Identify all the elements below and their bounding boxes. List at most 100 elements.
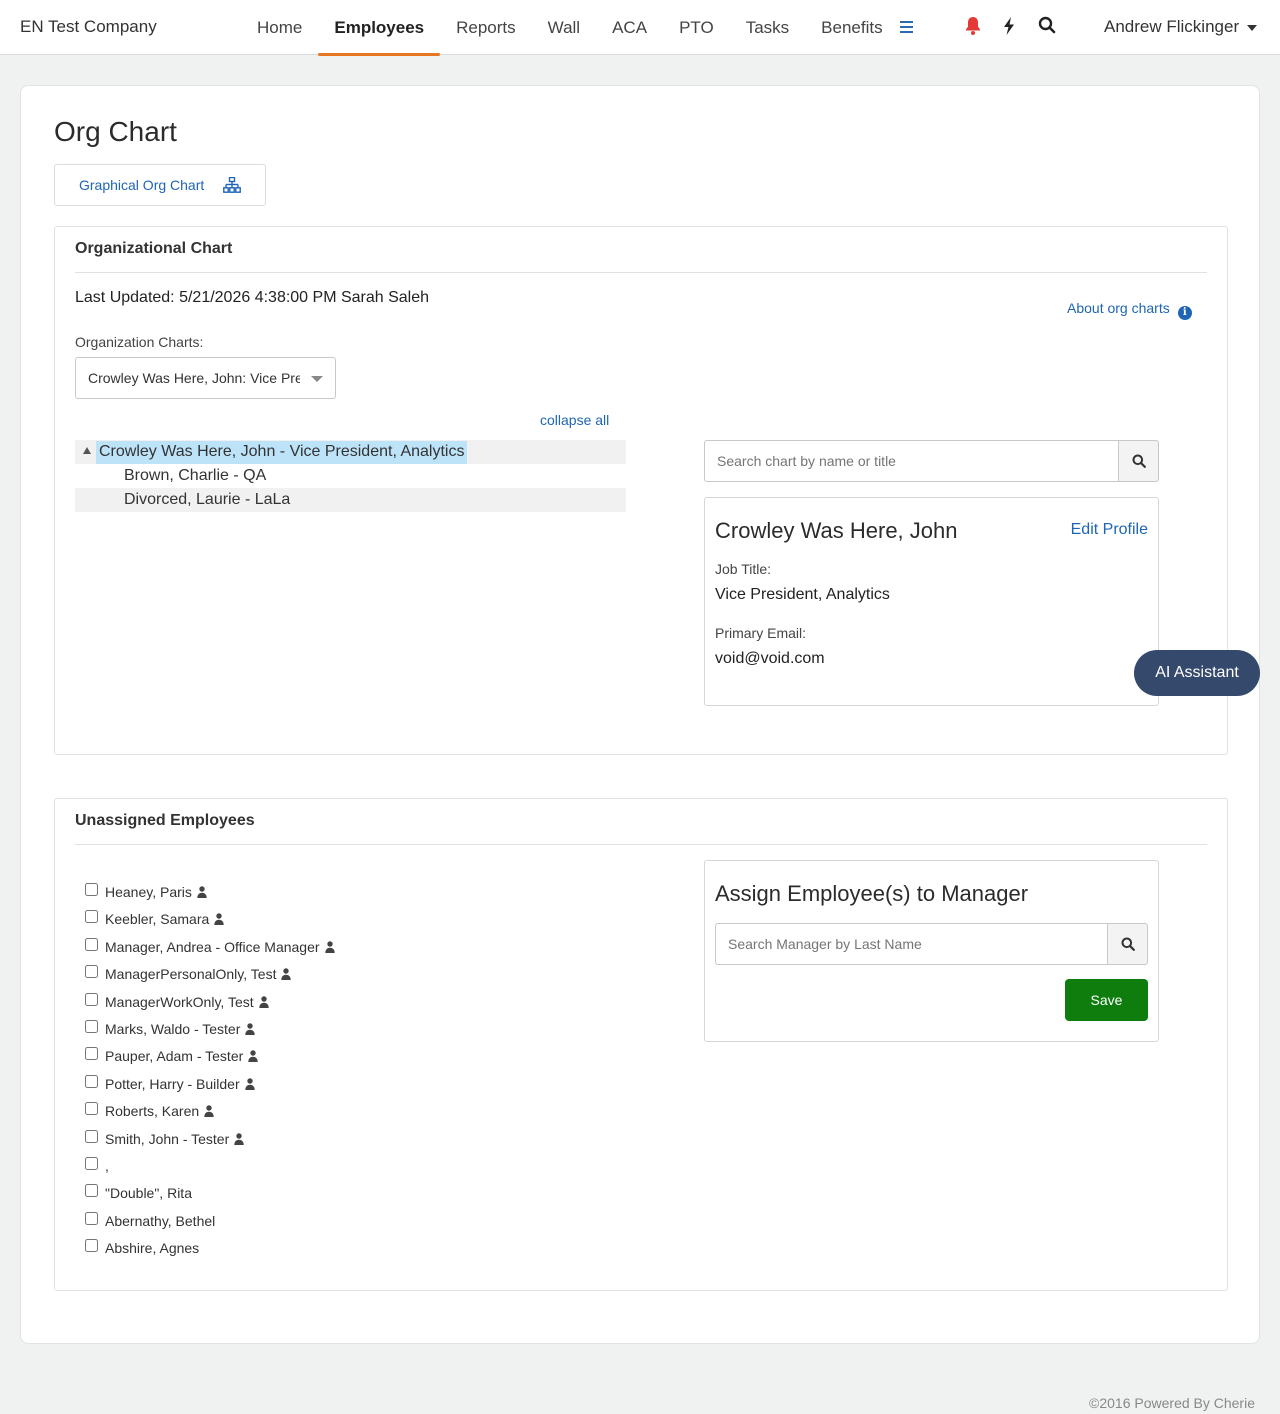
company-name[interactable]: EN Test Company [20, 17, 157, 37]
employee-checkbox[interactable] [85, 1156, 98, 1170]
about-org-charts-link[interactable]: About org charts i [1067, 300, 1192, 320]
tree-node-label[interactable]: Brown, Charlie - QA [121, 465, 269, 488]
tree-node-root: Crowley Was Here, John - Vice President,… [75, 440, 626, 464]
graphical-org-chart-label: Graphical Org Chart [79, 177, 205, 193]
employee-name[interactable]: Abernathy, Bethel [105, 1213, 215, 1229]
page-title: Org Chart [54, 116, 177, 147]
employee-name[interactable]: Pauper, Adam - Tester [105, 1048, 258, 1064]
employee-name-text: , [105, 1157, 109, 1174]
edit-profile-link[interactable]: Edit Profile [1071, 521, 1148, 539]
job-title-label: Job Title: [715, 561, 772, 577]
manager-search-button[interactable] [1107, 923, 1148, 965]
employee-name-text: Roberts, Karen [105, 1103, 200, 1120]
employee-checkbox[interactable] [85, 1129, 98, 1143]
employee-name[interactable]: Keebler, Samara [105, 911, 224, 927]
lightning-icon[interactable] [1002, 16, 1022, 38]
job-title-value: Vice President, Analytics [715, 586, 890, 603]
employee-checkbox[interactable] [85, 883, 98, 896]
person-icon [324, 941, 335, 953]
profile-name: Crowley Was Here, John [715, 518, 958, 543]
nav-tasks[interactable]: Tasks [730, 0, 805, 55]
employee-checkbox[interactable] [85, 910, 98, 924]
employee-name-text: Keebler, Samara [105, 911, 210, 928]
manager-search-input[interactable] [715, 923, 1108, 965]
sitemap-icon [223, 177, 241, 193]
unassigned-panel-header: Unassigned Employees [75, 799, 1207, 845]
employee-profile-card: Crowley Was Here, John Edit Profile Job … [704, 497, 1159, 706]
search-icon[interactable] [1038, 16, 1058, 38]
tree-node-label[interactable]: Divorced, Laurie - LaLa [121, 489, 293, 512]
user-menu[interactable]: Andrew Flickinger [1104, 17, 1258, 37]
employee-name[interactable]: Smith, John - Tester [105, 1131, 244, 1147]
primary-email-value: void@void.com [715, 650, 825, 667]
chart-search-button[interactable] [1118, 440, 1159, 482]
employee-name[interactable]: Roberts, Karen [105, 1103, 214, 1119]
search-icon [1121, 937, 1135, 951]
person-icon [197, 886, 207, 898]
employee-checkbox[interactable] [85, 937, 98, 951]
employee-checkbox[interactable] [85, 1074, 98, 1088]
top-navigation-bar: EN Test Company Home Employees Reports W… [0, 0, 1280, 56]
unassigned-employees-panel: Unassigned Employees Heaney, Paris Keeble… [54, 798, 1228, 1291]
employee-name[interactable]: Heaney, Paris [105, 884, 207, 900]
employee-checkbox[interactable] [85, 1047, 98, 1061]
tree-node-child: Divorced, Laurie - LaLa [75, 488, 626, 512]
employee-name[interactable]: Marks, Waldo - Tester [105, 1020, 256, 1037]
bell-icon[interactable] [964, 16, 984, 38]
employee-checkbox[interactable] [85, 965, 98, 979]
employee-name[interactable]: , [105, 1158, 109, 1174]
footer-text: ©2016 Powered By Cherie [1089, 1395, 1255, 1411]
employee-name-text: ManagerWorkOnly, Test [105, 993, 254, 1010]
employee-checkbox[interactable] [85, 1211, 98, 1225]
person-icon [281, 968, 292, 981]
org-chart-heading: Organizational Chart [75, 240, 233, 257]
nav-aca[interactable]: ACA [596, 0, 663, 55]
unassigned-heading: Unassigned Employees [75, 812, 255, 829]
employee-name[interactable]: ManagerPersonalOnly, Test [105, 966, 292, 983]
employee-checkbox[interactable] [85, 1019, 98, 1033]
employee-name[interactable]: Manager, Andrea - Office Manager [105, 939, 335, 955]
collapse-all-link[interactable]: collapse all [540, 412, 609, 428]
employee-name-text: Manager, Andrea - Office Manager [105, 938, 320, 955]
last-updated-text: Last Updated: 5/21/2026 4:38:00 PM Sarah… [75, 289, 430, 306]
search-icon [1132, 454, 1146, 468]
dropdown-arrow-icon [311, 376, 323, 382]
nav-wall[interactable]: Wall [532, 0, 596, 55]
nav-home[interactable]: Home [241, 0, 318, 55]
nav-benefits[interactable]: Benefits [805, 0, 898, 55]
employee-name-text: Potter, Harry - Builder [105, 1075, 240, 1092]
menu-icon[interactable] [898, 19, 914, 35]
employee-checkbox[interactable] [85, 1184, 98, 1198]
primary-email-label: Primary Email: [715, 625, 807, 641]
person-icon [214, 913, 224, 926]
save-button[interactable]: Save [1065, 979, 1148, 1021]
nav-pto[interactable]: PTO [663, 0, 730, 55]
graphical-org-chart-button[interactable]: Graphical Org Chart [54, 164, 266, 206]
ai-assistant-button[interactable]: AI Assistant [1134, 650, 1260, 696]
employee-name[interactable]: ManagerWorkOnly, Test [105, 994, 269, 1010]
chart-search-input[interactable] [704, 440, 1119, 482]
employee-name[interactable]: Potter, Harry - Builder [105, 1076, 255, 1092]
employee-checkbox[interactable] [85, 992, 98, 1006]
employee-name[interactable]: Abshire, Agnes [105, 1240, 199, 1256]
nav-reports[interactable]: Reports [440, 0, 532, 55]
employee-name-text: Marks, Waldo - Tester [105, 1020, 241, 1037]
employee-name-text: Abernathy, Bethel [105, 1212, 216, 1229]
org-tree: Crowley Was Here, John - Vice President,… [75, 440, 626, 512]
assign-manager-card: Assign Employee(s) to Manager Save [704, 860, 1159, 1042]
person-icon [204, 1105, 214, 1118]
organization-chart-select[interactable]: Crowley Was Here, John: Vice President, … [75, 357, 336, 399]
collapse-triangle-icon[interactable] [83, 447, 91, 454]
employee-name-text: Pauper, Adam - Tester [105, 1048, 244, 1065]
employee-name-text: Abshire, Agnes [105, 1240, 200, 1257]
tree-node-label[interactable]: Crowley Was Here, John - Vice President,… [96, 441, 468, 464]
employee-checkbox[interactable] [85, 1102, 98, 1116]
employee-checkbox[interactable] [85, 1239, 98, 1253]
nav-employees[interactable]: Employees [318, 0, 440, 56]
employee-name-text: ManagerPersonalOnly, Test [105, 966, 277, 983]
org-chart-panel-header: Organizational Chart [75, 227, 1207, 273]
employee-name-text: Smith, John - Tester [105, 1130, 230, 1147]
employee-name[interactable]: "Double", Rita [105, 1185, 192, 1201]
person-icon [245, 1023, 256, 1035]
org-chart-panel: Organizational Chart Last Updated: 5/21/… [54, 226, 1228, 755]
